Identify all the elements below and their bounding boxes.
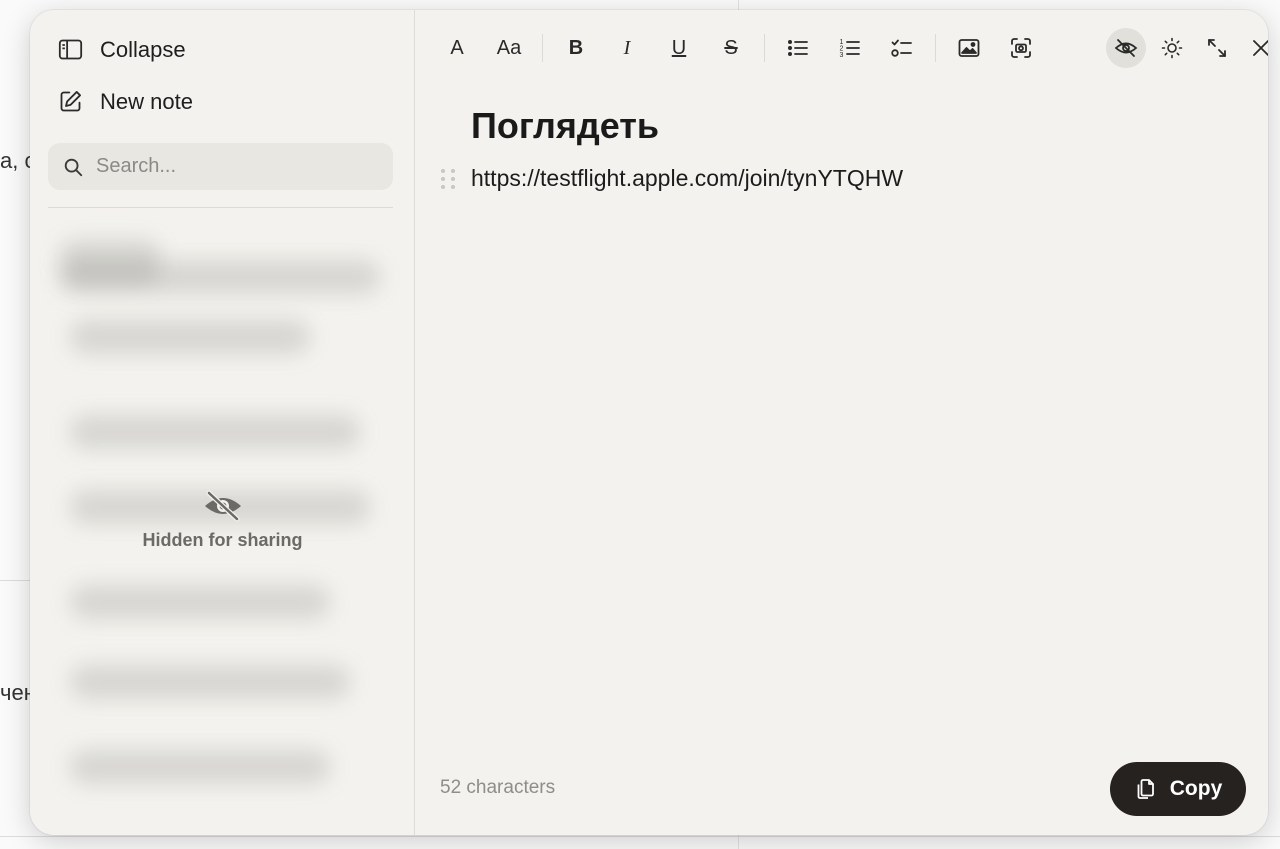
sidebar: Collapse New note Search... Hidden for s…: [30, 10, 415, 835]
insert-image-button[interactable]: [949, 28, 989, 68]
notes-window: Collapse New note Search... Hidden for s…: [30, 10, 1268, 835]
strikethrough-button[interactable]: S: [711, 28, 751, 68]
blurred-note-item: [70, 320, 310, 354]
bullet-list-button[interactable]: [778, 28, 818, 68]
italic-button[interactable]: I: [607, 28, 647, 68]
underline-button[interactable]: U: [659, 28, 699, 68]
toolbar-divider: [542, 34, 543, 62]
character-count: 52 characters: [440, 777, 556, 798]
compose-icon: [60, 91, 81, 112]
search-box[interactable]: [48, 143, 393, 190]
close-icon: [1253, 40, 1268, 56]
collapse-label: Collapse: [100, 36, 186, 62]
bullet-list-icon: [788, 40, 808, 56]
expand-button[interactable]: [1197, 28, 1237, 68]
camera-capture-icon: [1011, 38, 1031, 58]
blurred-note-item: [60, 260, 380, 294]
background-bottom-line: [0, 836, 1280, 837]
copy-icon: [1137, 779, 1154, 799]
font-button[interactable]: A: [437, 28, 477, 68]
blurred-note-item: [70, 750, 330, 784]
formatting-toolbar: A Aa B I U S 1 2 3: [416, 28, 1268, 68]
font-size-button[interactable]: Aa: [488, 28, 530, 68]
copy-button[interactable]: Copy: [1110, 762, 1246, 816]
close-button[interactable]: [1241, 28, 1268, 68]
blurred-note-item: [70, 585, 330, 619]
search-input[interactable]: [96, 155, 376, 178]
eye-slash-icon: [204, 490, 241, 522]
svg-text:3: 3: [840, 52, 844, 59]
hidden-label: Hidden for sharing: [142, 530, 303, 550]
toolbar-divider: [935, 34, 936, 62]
eye-slash-icon: [1114, 39, 1138, 57]
editor-pane: A Aa B I U S 1 2 3 Поглядеть https://tes…: [416, 10, 1268, 835]
theme-toggle-button[interactable]: [1152, 28, 1192, 68]
collapse-button[interactable]: Collapse: [57, 36, 186, 63]
sidebar-divider: [48, 207, 393, 208]
copy-label: Copy: [1169, 777, 1223, 800]
sidebar-toggle-icon: [58, 39, 83, 60]
expand-icon: [1208, 39, 1226, 57]
image-icon: [958, 39, 980, 57]
blurred-note-item: [70, 415, 360, 449]
new-note-label: New note: [100, 88, 193, 114]
checklist-button[interactable]: [882, 28, 922, 68]
search-icon: [64, 158, 83, 176]
hidden-for-sharing-notice: Hidden for sharing: [30, 490, 415, 551]
sun-icon: [1161, 37, 1183, 59]
screenshot-button[interactable]: [1001, 28, 1041, 68]
numbered-list-button[interactable]: 1 2 3: [830, 28, 870, 68]
checklist-icon: [891, 39, 912, 57]
toolbar-divider: [764, 34, 765, 62]
background-separator: [0, 580, 30, 581]
note-title[interactable]: Поглядеть: [471, 105, 659, 147]
note-body-link[interactable]: https://testflight.apple.com/join/tynYTQ…: [471, 165, 903, 192]
hide-for-sharing-toggle[interactable]: [1106, 28, 1146, 68]
drag-handle-icon[interactable]: [441, 166, 457, 192]
numbered-list-icon: 1 2 3: [840, 39, 860, 59]
bold-button[interactable]: B: [556, 28, 596, 68]
note-block: https://testflight.apple.com/join/tynYTQ…: [441, 165, 903, 192]
new-note-button[interactable]: New note: [57, 88, 193, 115]
blurred-note-item: [70, 665, 350, 699]
